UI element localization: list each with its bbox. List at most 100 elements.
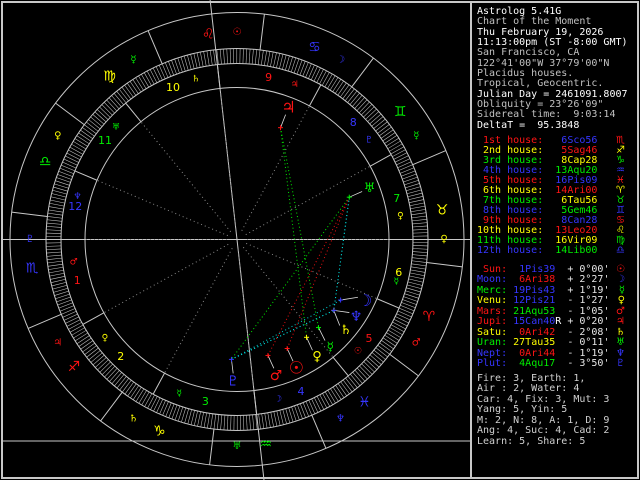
planet-pointer-line xyxy=(306,337,313,351)
degree-tick xyxy=(279,410,284,425)
degree-tick xyxy=(96,109,109,120)
degree-tick xyxy=(352,372,363,384)
sign-ruler-icon: ♇ xyxy=(26,234,35,245)
zodiac-sign-icon: ♈ xyxy=(423,309,436,325)
house-ruler-icon: ☿ xyxy=(177,389,183,399)
sign-boundary-line xyxy=(311,415,327,449)
degree-tick xyxy=(127,383,137,397)
degree-tick xyxy=(155,66,163,81)
house-cusp-spoke xyxy=(96,179,228,237)
degree-tick xyxy=(410,269,426,273)
degree-tick xyxy=(48,209,64,213)
degree-tick xyxy=(101,104,113,116)
degree-tick xyxy=(109,370,120,382)
degree-tick xyxy=(410,205,426,210)
house-number: 2 xyxy=(117,350,124,363)
degree-tick xyxy=(61,308,76,315)
degree-tick xyxy=(396,313,411,321)
degree-tick xyxy=(47,216,63,219)
degree-tick xyxy=(264,413,268,429)
degree-tick xyxy=(285,55,290,71)
house-cusp-spoke xyxy=(140,121,232,233)
house-cusp-spoke xyxy=(242,246,334,358)
degree-tick xyxy=(386,332,400,341)
degree-tick xyxy=(156,398,164,413)
degree-tick xyxy=(65,155,79,163)
degree-tick xyxy=(48,206,64,210)
house-cusp-line xyxy=(376,298,400,309)
degree-tick xyxy=(49,203,65,207)
degree-tick xyxy=(197,411,201,427)
degree-tick xyxy=(258,414,261,430)
stat-line: Learn: 5, Share: 5 xyxy=(477,435,586,447)
degree-tick xyxy=(324,73,333,88)
jupiter-icon: ♃ xyxy=(281,98,295,117)
degree-tick xyxy=(200,51,204,67)
degree-tick xyxy=(305,63,312,78)
house-cusp-line xyxy=(309,84,322,107)
degree-tick xyxy=(393,318,408,327)
degree-tick xyxy=(411,263,427,267)
sign-boundary-line xyxy=(259,14,265,50)
degree-tick xyxy=(411,215,427,219)
degree-tick xyxy=(66,319,81,327)
degree-tick xyxy=(397,310,412,318)
sign-boundary-line xyxy=(351,57,374,88)
degree-tick xyxy=(116,91,127,104)
degree-tick xyxy=(88,350,101,361)
degree-tick xyxy=(48,266,64,270)
degree-tick xyxy=(390,324,405,333)
degree-tick xyxy=(409,275,424,280)
degree-tick xyxy=(141,74,150,88)
degree-tick xyxy=(305,401,313,416)
degree-tick xyxy=(270,412,274,428)
chart-info: Astrolog 5.41G Chart of the Moment Thu Feb… xyxy=(477,6,628,131)
degree-tick xyxy=(90,116,103,127)
degree-tick xyxy=(243,415,245,431)
degree-tick xyxy=(113,93,124,105)
degree-tick xyxy=(273,411,278,427)
sign-ruler-icon: ♄ xyxy=(129,413,138,424)
degree-tick xyxy=(335,385,345,398)
degree-tick xyxy=(46,251,62,254)
degree-tick xyxy=(111,372,122,384)
degree-tick xyxy=(213,49,216,65)
degree-tick xyxy=(60,164,76,172)
degree-tick xyxy=(350,374,361,386)
degree-tick xyxy=(412,232,428,234)
degree-tick xyxy=(52,190,68,195)
degree-tick xyxy=(121,86,132,100)
degree-tick xyxy=(398,307,414,315)
neptune-icon: ♆ xyxy=(350,309,363,325)
sign-ruler-icon: ☉ xyxy=(233,27,242,38)
degree-tick xyxy=(187,409,192,425)
degree-tick xyxy=(135,77,144,91)
sign-ruler-icon: ☿ xyxy=(413,131,419,142)
degree-tick xyxy=(390,146,405,155)
degree-tick xyxy=(101,363,113,375)
degree-tick xyxy=(132,387,142,400)
degree-tick xyxy=(62,161,77,169)
degree-tick xyxy=(332,386,342,400)
sign-ruler-icon: ♃ xyxy=(53,338,62,349)
degree-tick xyxy=(47,260,63,264)
degree-tick xyxy=(397,161,412,168)
degree-tick xyxy=(114,374,125,387)
degree-tick xyxy=(267,51,271,67)
degree-tick xyxy=(119,378,130,391)
degree-tick xyxy=(411,212,427,216)
degree-tick xyxy=(80,340,94,350)
house-cusp-line xyxy=(74,170,98,181)
sign-ruler-icon: ☽ xyxy=(336,55,345,66)
degree-tick xyxy=(78,132,92,142)
zodiac-sign-icon: ♐ xyxy=(68,359,81,375)
degree-tick xyxy=(51,282,67,287)
degree-tick xyxy=(308,64,315,79)
degree-tick xyxy=(387,329,401,338)
degree-tick xyxy=(220,414,223,430)
degree-tick xyxy=(373,118,386,129)
panel-divider xyxy=(470,2,472,478)
degree-tick xyxy=(97,359,109,371)
degree-tick xyxy=(207,413,210,429)
degree-tick xyxy=(132,79,142,93)
